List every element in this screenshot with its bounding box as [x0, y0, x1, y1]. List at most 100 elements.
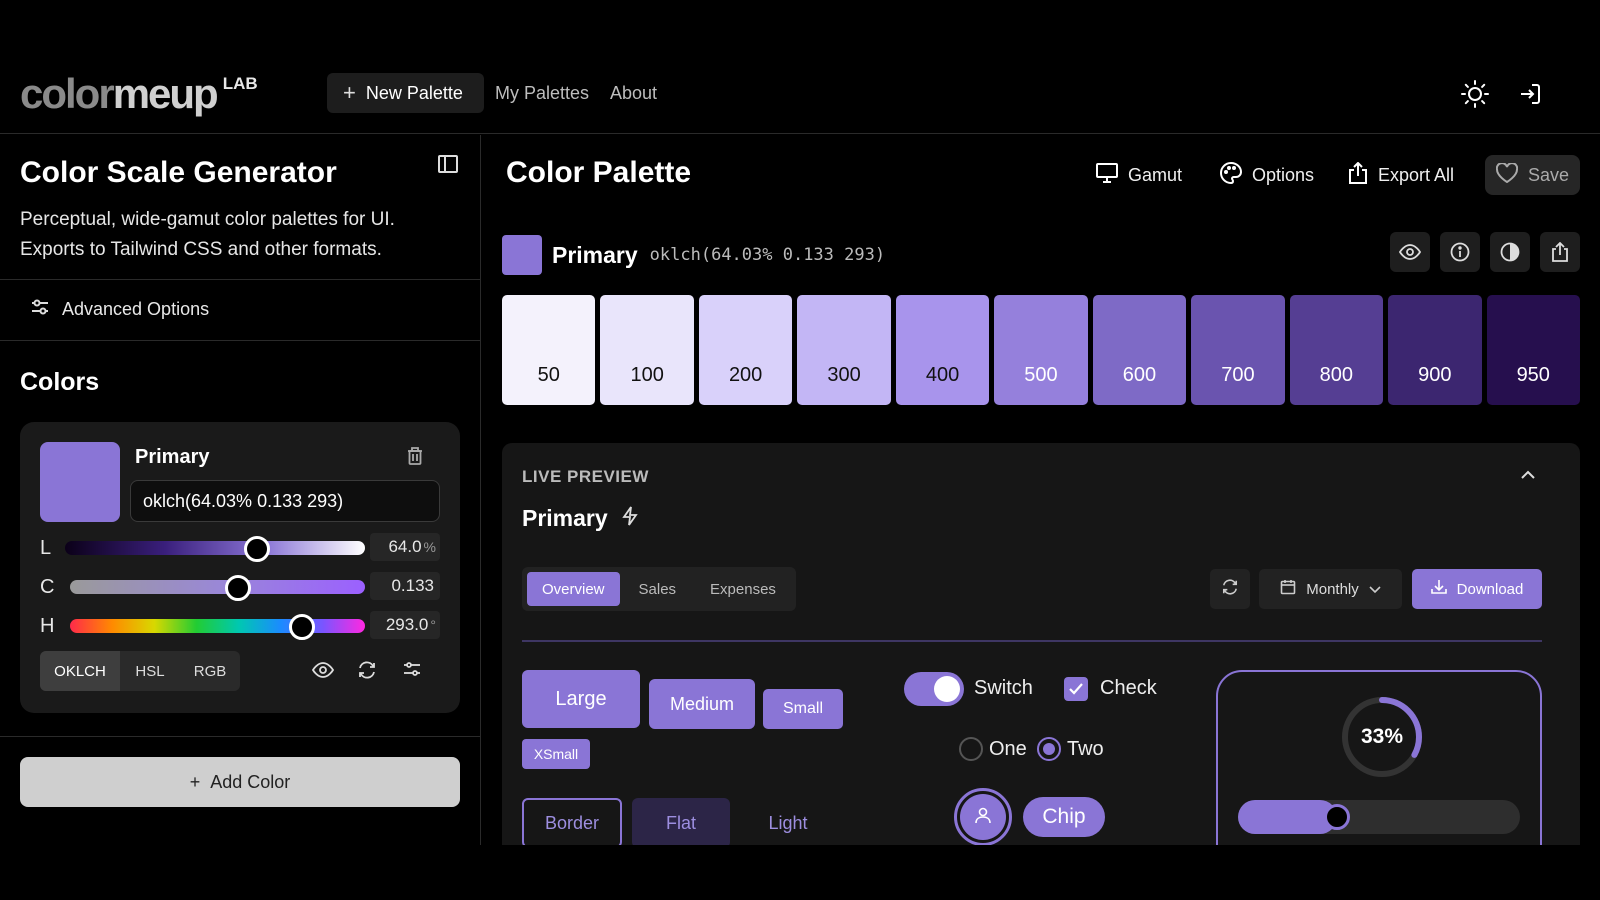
gamut-button[interactable]: Gamut: [1096, 155, 1182, 195]
primary-name: Primary: [552, 241, 638, 268]
refresh-icon: [1222, 578, 1238, 600]
period-select[interactable]: Monthly: [1259, 569, 1402, 609]
slider-value[interactable]: 0.133: [370, 572, 440, 600]
switch-toggle[interactable]: [904, 672, 964, 706]
tab-expenses[interactable]: Expenses: [695, 572, 791, 606]
save-button[interactable]: Save: [1485, 155, 1580, 195]
add-color-button[interactable]: + Add Color: [20, 757, 460, 807]
chroma-slider[interactable]: C 0.133: [40, 572, 440, 602]
logo[interactable]: colormeup LAB: [20, 72, 258, 116]
scale-swatch-950[interactable]: 950: [1486, 295, 1580, 405]
scale-swatch-600[interactable]: 600: [1092, 295, 1187, 405]
divider: [522, 640, 1542, 642]
hue-slider[interactable]: H 293.0 °: [40, 611, 440, 641]
button-medium[interactable]: Medium: [649, 679, 755, 729]
slider-label: C: [40, 576, 55, 598]
nav-my-palettes[interactable]: My Palettes: [495, 73, 589, 113]
mode-rgb[interactable]: RGB: [180, 651, 240, 691]
scale-swatch-400[interactable]: 400: [895, 295, 990, 405]
color-mode-toggle: OKLCH HSL RGB: [40, 651, 240, 691]
plus-icon: +: [343, 80, 356, 105]
eye-icon[interactable]: [311, 661, 335, 684]
mode-hsl[interactable]: HSL: [120, 651, 180, 691]
color-value-input[interactable]: [130, 480, 440, 522]
download-button[interactable]: Download: [1412, 569, 1542, 609]
button-flat[interactable]: Flat: [632, 798, 730, 845]
color-swatch[interactable]: [40, 442, 120, 522]
sidebar-collapse-icon[interactable]: [438, 155, 460, 175]
trash-icon[interactable]: [406, 446, 424, 471]
radio-two-label: Two: [1067, 738, 1104, 760]
mode-oklch[interactable]: OKLCH: [40, 651, 120, 691]
divider: [0, 340, 481, 341]
login-icon[interactable]: [1514, 78, 1546, 110]
preview-name-label: Primary: [522, 505, 608, 531]
scale-swatch-300[interactable]: 300: [797, 295, 891, 405]
tab-sales[interactable]: Sales: [624, 572, 692, 606]
primary-swatch: [502, 235, 542, 275]
switch-label: Switch: [974, 677, 1033, 699]
button-border[interactable]: Border: [522, 798, 622, 845]
tab-overview[interactable]: Overview: [527, 572, 620, 606]
heart-icon: [1495, 161, 1519, 188]
options-button[interactable]: Options: [1220, 155, 1314, 195]
advanced-options-label: Advanced Options: [62, 299, 210, 319]
adjust-icon[interactable]: [403, 661, 421, 682]
check-label: Check: [1100, 677, 1157, 699]
nav-about[interactable]: About: [610, 73, 657, 113]
color-card: Primary L 64.0% C 0.133 H 293.0°: [20, 422, 460, 713]
refresh-icon[interactable]: [358, 661, 376, 684]
button-large[interactable]: Large: [522, 670, 640, 728]
radio-one[interactable]: [959, 737, 983, 761]
info-icon[interactable]: [1440, 232, 1480, 272]
live-preview-panel: LIVE PREVIEW Primary Overview Sales Expe…: [502, 443, 1580, 845]
eye-icon[interactable]: [1390, 232, 1430, 272]
scale-swatch-700[interactable]: 700: [1191, 295, 1285, 405]
slider-thumb[interactable]: [1323, 804, 1350, 830]
lightning-icon[interactable]: [621, 505, 638, 532]
period-label: Monthly: [1306, 580, 1359, 598]
button-small[interactable]: Small: [763, 689, 843, 729]
sun-icon[interactable]: [1459, 78, 1491, 110]
lightness-slider[interactable]: L 64.0%: [40, 533, 440, 563]
share-icon: [1348, 161, 1368, 189]
radio-two[interactable]: [1037, 737, 1061, 761]
check-checkbox[interactable]: [1064, 677, 1088, 701]
chevron-up-icon[interactable]: [1520, 467, 1536, 485]
advanced-options-button[interactable]: Advanced Options: [30, 298, 209, 321]
scale-swatch-200[interactable]: 200: [698, 295, 793, 405]
contrast-icon[interactable]: [1490, 232, 1530, 272]
refresh-button[interactable]: [1210, 569, 1250, 609]
scale-swatch-50[interactable]: 50: [502, 295, 596, 405]
scale-swatch-800[interactable]: 800: [1289, 295, 1384, 405]
share-icon[interactable]: [1540, 232, 1580, 272]
button-xsmall[interactable]: XSmall: [522, 739, 590, 769]
slider-value[interactable]: 64.0%: [370, 533, 440, 561]
avatar[interactable]: [954, 788, 1012, 845]
slider-value[interactable]: 293.0 °: [370, 611, 440, 639]
button-light[interactable]: Light: [738, 798, 838, 845]
scale-swatch-500[interactable]: 500: [994, 295, 1088, 405]
preview-tabs: Overview Sales Expenses: [522, 567, 796, 611]
slider-thumb[interactable]: [244, 536, 270, 562]
plus-icon: +: [189, 771, 201, 792]
palette-icon: [1220, 161, 1243, 189]
slider-thumb[interactable]: [289, 614, 316, 640]
lightness-track[interactable]: [65, 536, 365, 562]
color-scale: 50 100 200 300 400 500 600 700 800 900 950: [502, 295, 1580, 405]
color-name[interactable]: Primary: [135, 446, 210, 469]
scale-swatch-100[interactable]: 100: [600, 295, 694, 405]
new-palette-button[interactable]: + New Palette: [327, 73, 484, 113]
new-palette-label: New Palette: [365, 82, 463, 103]
scale-swatch-900[interactable]: 900: [1388, 295, 1482, 405]
export-all-button[interactable]: Export All: [1348, 155, 1454, 195]
slider-label: L: [40, 537, 52, 559]
slider-thumb[interactable]: [225, 575, 252, 601]
chroma-track[interactable]: [70, 575, 365, 601]
add-color-label: Add Color: [210, 771, 291, 792]
chip[interactable]: Chip: [1023, 797, 1105, 837]
primary-value: oklch(64.03% 0.133 293): [649, 245, 886, 265]
export-all-label: Export All: [1378, 164, 1455, 185]
preview-slider[interactable]: [1238, 800, 1520, 834]
hue-track[interactable]: [70, 614, 365, 640]
